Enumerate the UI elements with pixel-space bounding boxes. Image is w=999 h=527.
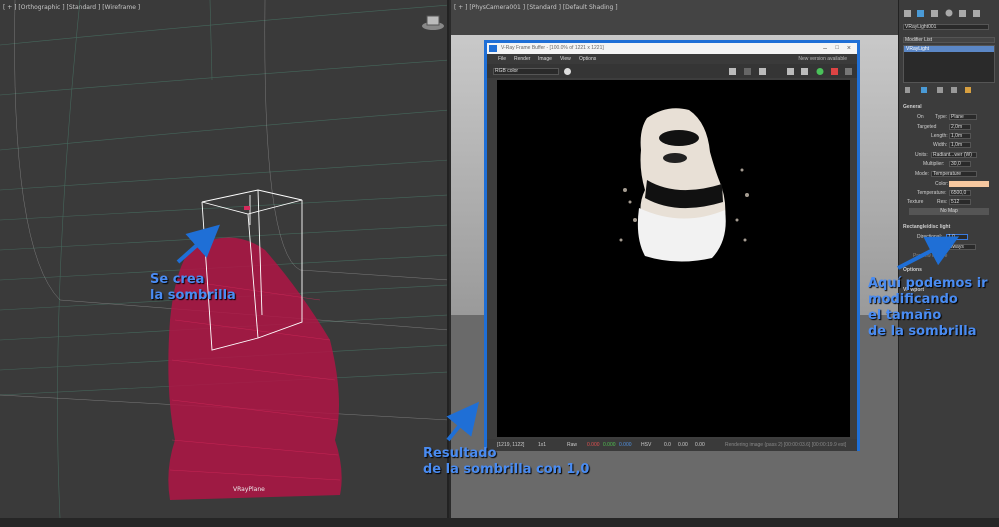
object-name-field[interactable]: VRayLight001 xyxy=(903,24,989,30)
hierarchy-tab-icon xyxy=(931,10,938,17)
directional-mode-dropdown[interactable]: Always xyxy=(946,244,976,250)
vfb-toolbar: RGB color xyxy=(487,64,857,78)
configure-sets-icon xyxy=(965,87,971,93)
status-message: Rendering image (pass 2) [00:00:03.6] [0… xyxy=(725,442,847,448)
channel-dropdown[interactable]: RGB color xyxy=(493,68,559,75)
mode-dropdown[interactable]: Temperature xyxy=(931,171,977,177)
pin-stack-icon xyxy=(905,87,910,93)
make-unique-icon xyxy=(937,87,943,93)
general-rollout-title[interactable]: General xyxy=(903,104,995,111)
menu-options[interactable]: Options xyxy=(579,56,596,62)
annotation-aqui-line3: el tamaño xyxy=(868,308,942,323)
command-panel: VRayLight001 Modifier List VRayLight Gen… xyxy=(898,0,999,518)
targeted-field[interactable]: 2,0m xyxy=(949,124,971,130)
stack-toolbar[interactable] xyxy=(903,86,995,95)
save-image-icon xyxy=(729,68,736,75)
bottom-status-bar xyxy=(0,518,999,527)
annotation-resultado: Resultado de la sombrilla con 1,0 xyxy=(423,446,589,478)
object-label: VRayPlane xyxy=(233,486,265,493)
remove-modifier-icon xyxy=(951,87,957,93)
annotation-sombrilla-line1: Se crea xyxy=(150,272,205,287)
maximize-icon[interactable]: □ xyxy=(835,43,839,54)
preview-texture-checkbox[interactable]: Preview texture xyxy=(913,253,995,260)
annotation-aqui-line1: Aquí podemos ir xyxy=(868,276,988,291)
status-v: 0.00 xyxy=(695,442,705,448)
units-dropdown[interactable]: Radiant...wer (W) xyxy=(931,152,977,158)
modify-tab-icon xyxy=(917,10,924,17)
display-tab-icon xyxy=(959,10,966,17)
no-map-button[interactable]: No Map xyxy=(909,208,989,215)
width-field[interactable]: 1,0m xyxy=(949,142,971,148)
minimize-icon[interactable]: – xyxy=(823,43,827,54)
vray-frame-buffer-window[interactable]: V-Ray Frame Buffer - [100.0% of 1221 x 1… xyxy=(484,40,860,451)
color-swatch[interactable] xyxy=(949,181,989,187)
status-b: 0.000 xyxy=(619,442,632,448)
viewcube-icon[interactable] xyxy=(420,12,446,32)
res-field[interactable]: 512 xyxy=(949,199,971,205)
region-render-icon xyxy=(759,68,766,75)
annotation-aqui-line4: de la sombrilla xyxy=(868,324,977,339)
vfb-menu-bar: File Render Image View Options New versi… xyxy=(487,54,857,64)
utilities-tab-icon xyxy=(973,10,980,17)
close-icon[interactable]: × xyxy=(847,43,851,54)
status-s: 0.00 xyxy=(678,442,688,448)
color-wheel-icon[interactable] xyxy=(563,67,572,76)
vray-logo-icon xyxy=(489,45,497,52)
annotation-resultado-line2: de la sombrilla con 1,0 xyxy=(423,462,590,477)
create-tab-icon xyxy=(904,10,911,17)
stack-item[interactable]: VRayLight xyxy=(904,46,994,52)
clear-image-icon xyxy=(744,68,751,75)
interactive-icon xyxy=(845,68,852,75)
render-last-icon xyxy=(816,68,824,75)
modifier-stack[interactable]: VRayLight xyxy=(903,45,995,83)
rendered-image xyxy=(619,108,749,262)
options-rollout-title[interactable]: Options xyxy=(903,267,995,274)
menu-image[interactable]: Image xyxy=(538,56,552,62)
vfb-title-bar[interactable]: V-Ray Frame Buffer - [100.0% of 1221 x 1… xyxy=(487,43,857,54)
track-mouse-icon xyxy=(787,68,794,75)
render-toolbar-icons[interactable] xyxy=(725,66,855,77)
status-space[interactable]: HSV xyxy=(641,442,651,448)
stop-render-icon xyxy=(831,68,838,75)
temperature-field[interactable]: 6500,0 xyxy=(949,190,971,196)
length-field[interactable]: 1,0m xyxy=(949,133,971,139)
render-canvas[interactable] xyxy=(497,80,850,437)
type-dropdown[interactable]: Plane xyxy=(949,114,977,120)
multiplier-field[interactable]: 30,0 xyxy=(949,161,971,167)
status-h: 0.0 xyxy=(664,442,671,448)
viewport-label[interactable]: [ + ] [PhysCamera001 ] [Standard ] [Defa… xyxy=(454,4,618,11)
left-viewport[interactable]: [ + ] [Orthographic ] [Standard ] [Wiref… xyxy=(0,0,449,518)
directional-field[interactable]: 1,0 xyxy=(946,234,968,240)
status-g: 0.000 xyxy=(603,442,616,448)
annotation-aqui-line2: modificando xyxy=(868,292,958,307)
annotation-aqui: Aquí podemos ir modificando el tamaño de… xyxy=(868,276,988,340)
show-end-result-icon xyxy=(921,87,927,93)
annotation-resultado-line1: Resultado xyxy=(423,446,497,461)
denoise-icon xyxy=(801,68,808,75)
modifier-list-dropdown[interactable]: Modifier List xyxy=(903,37,995,43)
menu-view[interactable]: View xyxy=(560,56,571,62)
wireframe-scene xyxy=(0,0,447,518)
menu-file[interactable]: File xyxy=(498,56,506,62)
menu-render[interactable]: Render xyxy=(514,56,530,62)
annotation-sombrilla-line2: la sombrilla xyxy=(150,288,236,303)
annotation-sombrilla: Se crea la sombrilla xyxy=(150,272,236,304)
rect-rollout-title[interactable]: Rectangle/disc light xyxy=(903,224,995,231)
motion-tab-icon xyxy=(945,9,953,17)
command-tabs[interactable] xyxy=(902,8,996,20)
new-version-notice[interactable]: New version available xyxy=(798,56,847,62)
vfb-title: V-Ray Frame Buffer - [100.0% of 1221 x 1… xyxy=(501,45,604,51)
